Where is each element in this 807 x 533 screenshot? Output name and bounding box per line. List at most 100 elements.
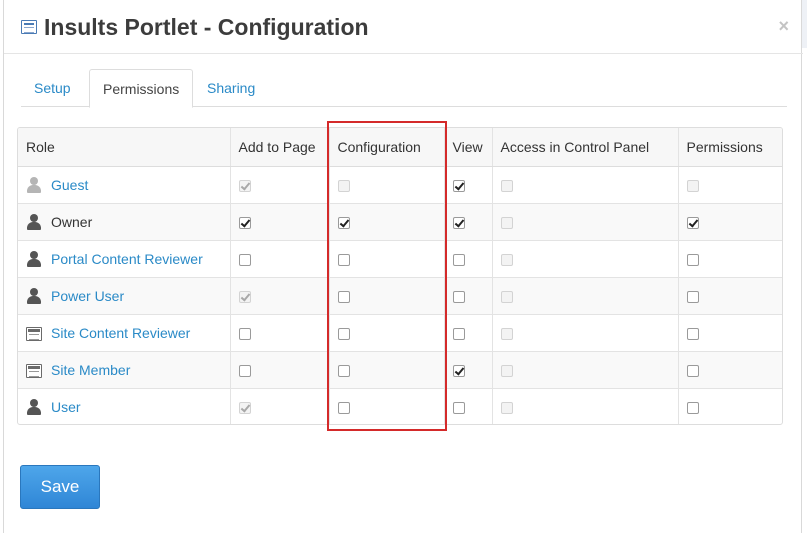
role-name-power-user[interactable]: Power User: [51, 288, 124, 304]
view-cell: [444, 240, 493, 278]
role-cell: User: [18, 388, 231, 424]
role-cell: Owner: [18, 203, 231, 241]
access-in-control-panel-checkbox: [500, 179, 513, 192]
permissions-cell: [678, 351, 782, 389]
user-role-icon: [26, 213, 42, 230]
site-role-icon: [26, 363, 42, 378]
add-to-page-checkbox[interactable]: [238, 327, 251, 340]
role-name-site-content-reviewer[interactable]: Site Content Reviewer: [51, 325, 190, 341]
view-cell: [444, 166, 493, 204]
role-cell: Portal Content Reviewer: [18, 240, 231, 278]
tab-setup[interactable]: Setup: [21, 69, 84, 107]
access-in-control-panel-cell: [492, 166, 679, 204]
view-checkbox[interactable]: [452, 402, 465, 415]
configuration-checkbox[interactable]: [337, 327, 350, 340]
permissions-checkbox[interactable]: [686, 327, 699, 340]
column-header-permissions: Permissions: [678, 128, 782, 167]
table-row: Portal Content Reviewer: [18, 240, 782, 278]
table-row: Site Member: [18, 351, 782, 389]
view-checkbox[interactable]: [452, 216, 465, 229]
access-in-control-panel-cell: [492, 351, 679, 389]
role-cell: Power User: [18, 277, 231, 315]
access-in-control-panel-checkbox: [500, 327, 513, 340]
permissions-checkbox[interactable]: [686, 290, 699, 303]
access-in-control-panel-checkbox: [500, 290, 513, 303]
tab-sharing[interactable]: Sharing: [194, 69, 268, 107]
view-cell: [444, 203, 493, 241]
role-cell-content: User: [26, 398, 222, 415]
configuration-cell: [329, 277, 445, 315]
access-in-control-panel-checkbox: [500, 253, 513, 266]
view-checkbox[interactable]: [452, 179, 465, 192]
view-checkbox[interactable]: [452, 290, 465, 303]
access-in-control-panel-cell: [492, 203, 679, 241]
view-checkbox[interactable]: [452, 364, 465, 377]
role-cell-content: Site Member: [26, 362, 222, 378]
role-name-user[interactable]: User: [51, 399, 81, 415]
configuration-checkbox[interactable]: [337, 290, 350, 303]
permissions-cell: [678, 203, 782, 241]
configuration-checkbox[interactable]: [337, 402, 350, 415]
access-in-control-panel-checkbox: [500, 216, 513, 229]
add-to-page-checkbox[interactable]: [238, 364, 251, 377]
configuration-cell: [329, 388, 445, 424]
role-cell: Site Member: [18, 351, 231, 389]
add-to-page-checkbox: [238, 179, 251, 192]
add-to-page-cell: [230, 203, 330, 241]
add-to-page-cell: [230, 314, 330, 352]
configuration-checkbox[interactable]: [337, 216, 350, 229]
save-button[interactable]: Save: [20, 465, 100, 509]
role-name-portal-content-reviewer[interactable]: Portal Content Reviewer: [51, 251, 203, 267]
table-row: Power User: [18, 277, 782, 315]
view-checkbox[interactable]: [452, 327, 465, 340]
dialog-header: Insults Portlet - Configuration ×: [4, 0, 803, 54]
configuration-checkbox[interactable]: [337, 364, 350, 377]
close-icon[interactable]: ×: [778, 16, 789, 37]
column-header-access-in-control-panel: Access in Control Panel: [492, 128, 679, 167]
role-name-guest[interactable]: Guest: [51, 177, 88, 193]
access-in-control-panel-cell: [492, 388, 679, 424]
configuration-cell: [329, 203, 445, 241]
column-header-configuration: Configuration: [329, 128, 445, 167]
permissions-checkbox[interactable]: [686, 253, 699, 266]
view-checkbox[interactable]: [452, 253, 465, 266]
add-to-page-cell: [230, 240, 330, 278]
permissions-checkbox[interactable]: [686, 402, 699, 415]
view-cell: [444, 351, 493, 389]
access-in-control-panel-cell: [492, 277, 679, 315]
add-to-page-cell: [230, 388, 330, 424]
role-cell: Site Content Reviewer: [18, 314, 231, 352]
table-row: Owner: [18, 203, 782, 241]
table-row: User: [18, 388, 782, 424]
role-name-site-member[interactable]: Site Member: [51, 362, 130, 378]
table-header-row: Role Add to Page Configuration View Acce…: [18, 128, 782, 167]
permissions-checkbox: [686, 179, 699, 192]
add-to-page-cell: [230, 277, 330, 315]
column-header-add-to-page: Add to Page: [230, 128, 330, 167]
add-to-page-checkbox: [238, 402, 251, 415]
view-cell: [444, 314, 493, 352]
add-to-page-checkbox[interactable]: [238, 253, 251, 266]
tab-permissions[interactable]: Permissions: [89, 69, 194, 108]
role-cell-content: Portal Content Reviewer: [26, 250, 222, 267]
permissions-table: Role Add to Page Configuration View Acce…: [17, 127, 783, 425]
dialog-title: Insults Portlet - Configuration: [44, 14, 369, 40]
permissions-cell: [678, 166, 782, 204]
user-role-icon: [26, 287, 42, 304]
add-to-page-checkbox: [238, 290, 251, 303]
configuration-cell: [329, 351, 445, 389]
site-role-icon: [26, 326, 42, 341]
add-to-page-cell: [230, 166, 330, 204]
permissions-cell: [678, 240, 782, 278]
user-role-icon: [26, 250, 42, 267]
configuration-cell: [329, 314, 445, 352]
configuration-checkbox[interactable]: [337, 253, 350, 266]
permissions-cell: [678, 277, 782, 315]
role-cell-content: Site Content Reviewer: [26, 325, 222, 341]
access-in-control-panel-checkbox: [500, 364, 513, 377]
permissions-checkbox[interactable]: [686, 364, 699, 377]
role-cell-content: Power User: [26, 287, 222, 304]
role-cell: Guest: [18, 166, 231, 204]
permissions-checkbox[interactable]: [686, 216, 699, 229]
add-to-page-checkbox[interactable]: [238, 216, 251, 229]
